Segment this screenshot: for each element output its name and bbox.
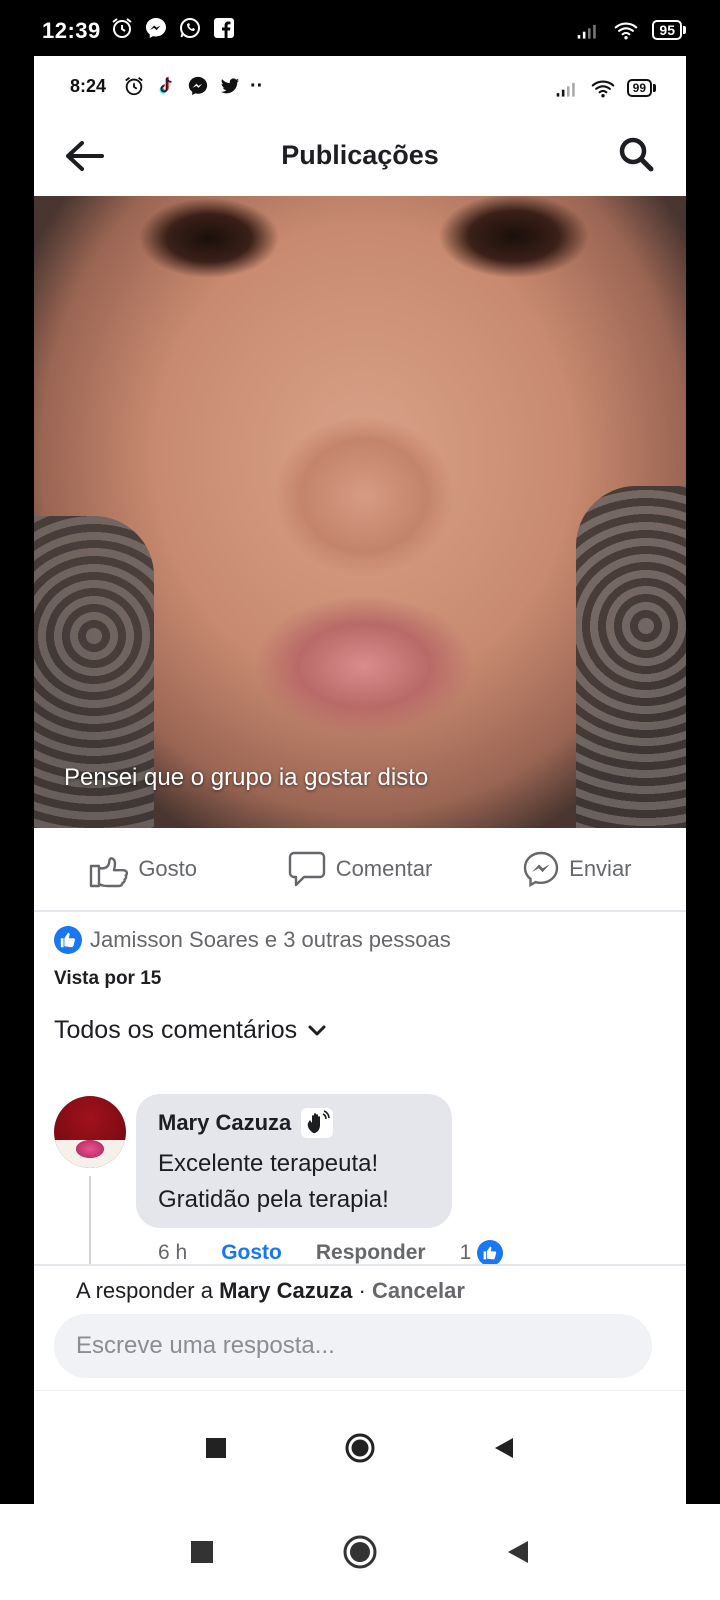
inner-status-time: 8:24: [70, 76, 107, 96]
comment-icon: [288, 851, 325, 887]
reply-composer: A responder a Mary Cazuza · Cancelar: [34, 1264, 686, 1390]
arrow-left-icon: [66, 141, 104, 171]
home-button[interactable]: [336, 1528, 384, 1576]
whatsapp-icon: [178, 16, 202, 40]
thumbs-up-icon: [90, 857, 129, 888]
chevron-down-icon: [308, 1025, 326, 1035]
circle-icon: [345, 1433, 375, 1462]
comment-button[interactable]: Comentar: [251, 851, 468, 887]
comment-author[interactable]: Mary Cazuza: [158, 1110, 291, 1136]
comments-filter-label: Todos os comentários: [54, 1016, 298, 1044]
reply-separator: ·: [352, 1278, 372, 1303]
comment-line: Gratidão pela terapia!: [158, 1186, 389, 1213]
inner-status-bar: 8:24 ·· 99: [34, 56, 686, 114]
square-icon: [206, 1437, 226, 1458]
battery-level: 99: [626, 79, 652, 97]
triangle-left-icon: [508, 1541, 528, 1563]
post-photo[interactable]: Pensei que o grupo ia gostar disto: [34, 196, 686, 828]
seen-count[interactable]: Vista por 15: [54, 968, 161, 990]
photo-detail: [576, 486, 686, 828]
battery-indicator: 95: [652, 20, 686, 40]
back-button[interactable]: [62, 134, 106, 178]
status-system-icons: 95: [576, 18, 686, 42]
send-button[interactable]: Enviar: [469, 851, 686, 887]
comment-age: 6 h: [158, 1241, 188, 1264]
battery-indicator: 99: [626, 79, 656, 97]
reactions-text: Jamisson Soares e 3 outras pessoas: [90, 927, 451, 952]
like-reaction-icon: [477, 1240, 504, 1266]
inner-navigation-bar: [34, 1390, 686, 1504]
post-actions-bar: Gosto Comentar Enviar: [34, 828, 686, 912]
recents-button[interactable]: [192, 1424, 240, 1472]
status-notification-icons: [110, 16, 236, 40]
twitter-icon: [218, 74, 242, 98]
comment-like-button[interactable]: Gosto: [221, 1241, 282, 1265]
reactions-summary[interactable]: Jamisson Soares e 3 outras pessoas: [54, 926, 451, 954]
signal-icon: [555, 76, 579, 100]
triangle-left-icon: [495, 1437, 513, 1458]
reply-prefix: A responder a: [76, 1278, 213, 1303]
waving-hand-icon: [301, 1108, 334, 1138]
tiktok-icon: [154, 74, 178, 98]
app-screen: 8:24 ·· 99 Publicações Pensei que o grup…: [34, 56, 686, 1504]
comment-label: Comentar: [335, 856, 433, 881]
signal-icon: [576, 18, 600, 42]
search-button[interactable]: [614, 132, 658, 176]
back-nav-button[interactable]: [480, 1424, 528, 1472]
comment-meta: 6 h Gosto Responder 1: [158, 1240, 504, 1266]
comment-text: Excelente terapeuta! Gratidão pela terap…: [158, 1146, 430, 1218]
recents-button[interactable]: [178, 1528, 226, 1576]
square-icon: [191, 1541, 213, 1563]
search-icon: [619, 137, 654, 172]
facebook-icon: [212, 16, 236, 40]
comments-filter-dropdown[interactable]: Todos os comentários: [54, 1016, 327, 1045]
comment-reply-button[interactable]: Responder: [316, 1241, 426, 1265]
outer-status-bar: 12:39 95: [0, 0, 720, 56]
inner-notification-icons: ··: [122, 74, 263, 98]
messenger-icon: [144, 16, 168, 40]
messenger-icon: [523, 851, 559, 887]
reply-input[interactable]: [54, 1314, 652, 1378]
post-caption: Pensei que o grupo ia gostar disto: [64, 764, 429, 791]
cancel-reply-button[interactable]: Cancelar: [372, 1278, 465, 1303]
top-app-bar: Publicações: [34, 114, 686, 196]
comment-bubble[interactable]: Mary Cazuza Excelente terapeuta! Gratidã…: [136, 1094, 452, 1228]
alarm-icon: [122, 74, 146, 98]
like-reaction-icon: [54, 926, 82, 954]
comment-like-count: 1: [459, 1241, 472, 1264]
send-label: Enviar: [569, 856, 632, 881]
page-title: Publicações: [281, 139, 439, 170]
wifi-icon: [614, 18, 638, 42]
circle-icon: [343, 1535, 377, 1569]
like-label: Gosto: [138, 856, 198, 881]
like-button[interactable]: Gosto: [34, 850, 251, 888]
messenger-icon: [186, 74, 210, 98]
status-time: 12:39: [42, 18, 101, 43]
comment-line: Excelente terapeuta!: [158, 1150, 379, 1177]
battery-level: 95: [652, 20, 682, 40]
back-nav-button[interactable]: [494, 1528, 542, 1576]
reply-target-name: Mary Cazuza: [219, 1278, 353, 1303]
home-button[interactable]: [336, 1424, 384, 1472]
reply-thread-line: [89, 1176, 91, 1266]
inner-system-icons: 99: [555, 76, 656, 100]
lotus-icon: [76, 1140, 104, 1158]
commenter-avatar[interactable]: [54, 1096, 126, 1168]
wifi-icon: [591, 76, 615, 100]
more-notifications: ··: [250, 74, 264, 97]
reply-target: A responder a Mary Cazuza · Cancelar: [76, 1278, 465, 1304]
alarm-icon: [110, 16, 134, 40]
outer-navigation-bar: [0, 1504, 720, 1600]
